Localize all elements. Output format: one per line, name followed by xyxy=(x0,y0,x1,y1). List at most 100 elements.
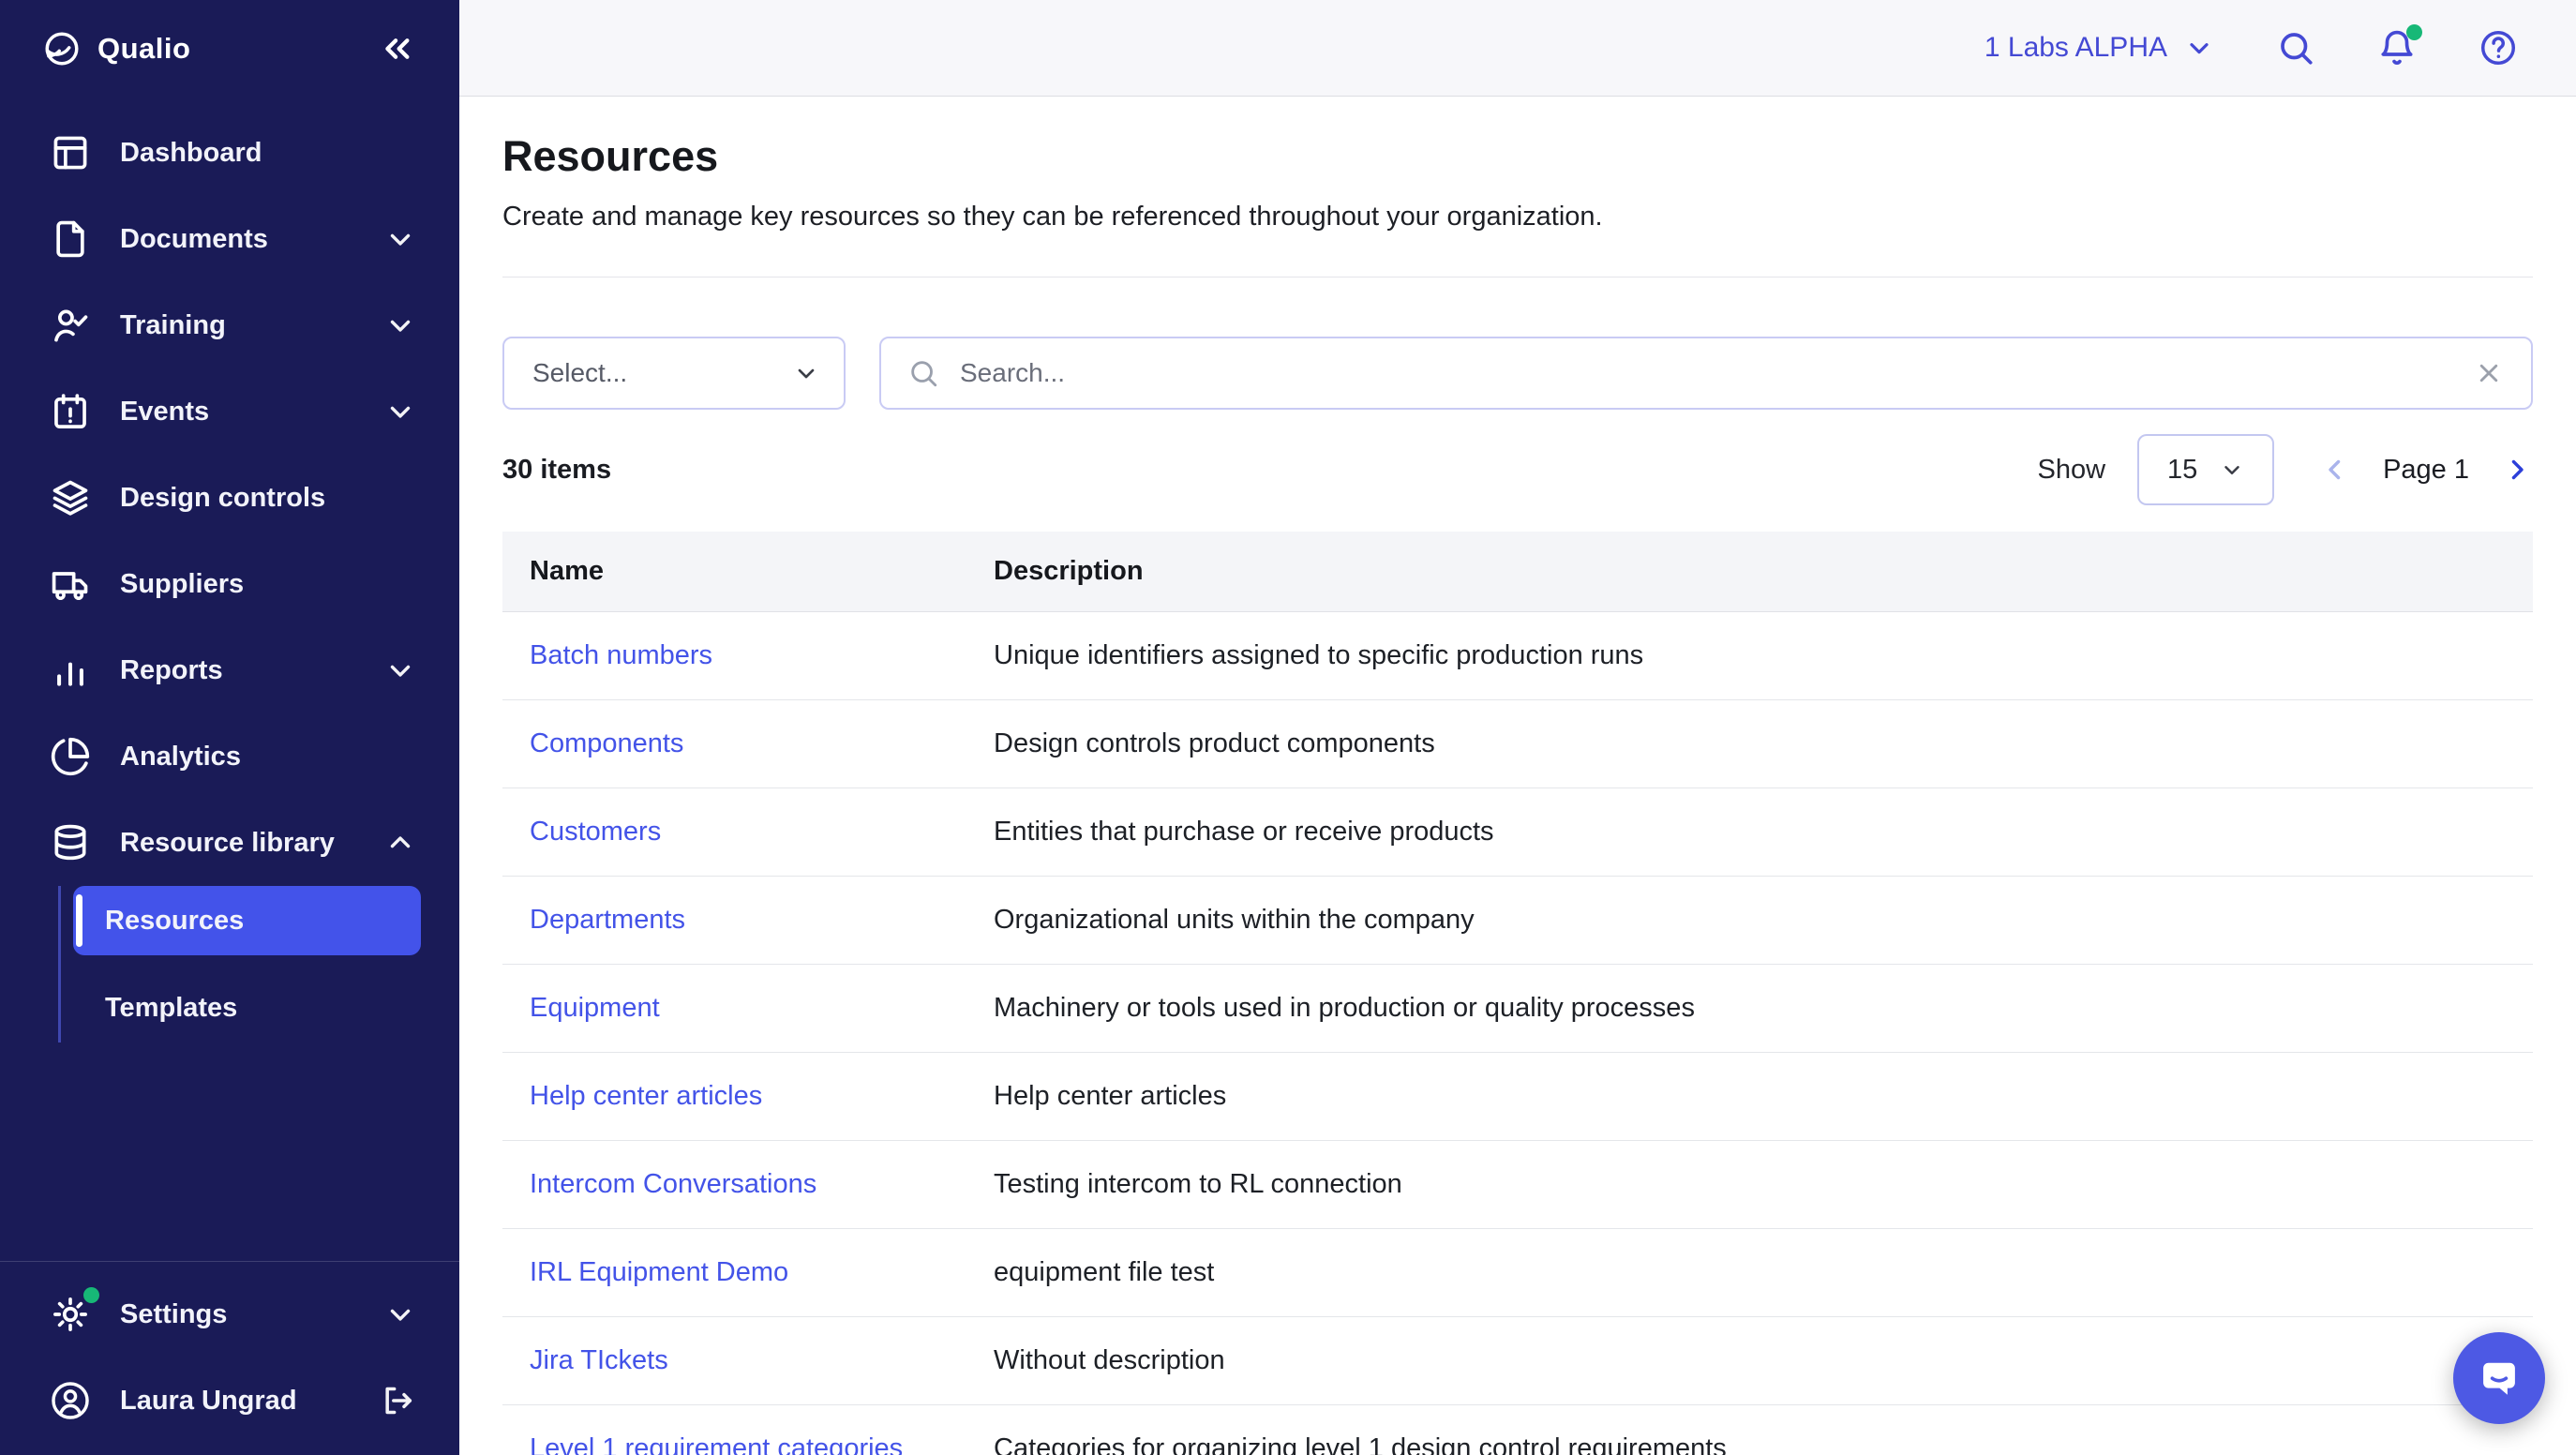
resource-description: Design controls product components xyxy=(966,728,2533,759)
settings-notification-dot xyxy=(83,1287,99,1303)
resource-link[interactable]: Equipment xyxy=(530,993,660,1023)
database-icon xyxy=(49,822,92,863)
sidebar-item-label: Documents xyxy=(120,224,356,255)
table-row: Level 1 requirement categories Categorie… xyxy=(502,1405,2533,1455)
resource-link[interactable]: Batch numbers xyxy=(530,640,712,670)
sidebar-item-user[interactable]: Laura Ungrad xyxy=(0,1358,459,1444)
chevron-down-icon xyxy=(384,396,416,428)
sidebar-item-events[interactable]: Events xyxy=(0,368,459,455)
help-icon[interactable] xyxy=(2479,28,2518,68)
table-row: Batch numbers Unique identifiers assigne… xyxy=(502,612,2533,700)
resource-link[interactable]: Intercom Conversations xyxy=(530,1169,816,1199)
pie-chart-icon xyxy=(49,736,92,777)
resource-link[interactable]: Departments xyxy=(530,905,685,935)
sidebar-item-reports[interactable]: Reports xyxy=(0,627,459,713)
sidebar-header: Qualio xyxy=(0,0,459,97)
search-input[interactable] xyxy=(960,358,2452,388)
resource-link[interactable]: Help center articles xyxy=(530,1081,762,1111)
items-count: 30 items xyxy=(502,455,611,486)
resource-link[interactable]: Jira TIckets xyxy=(530,1345,668,1375)
workspace-name: 1 Labs ALPHA xyxy=(1984,32,2167,64)
filter-row: Select... xyxy=(502,337,2533,410)
intercom-chat-launcher[interactable] xyxy=(2453,1332,2545,1424)
table-row: Customers Entities that purchase or rece… xyxy=(502,788,2533,877)
filter-select-placeholder: Select... xyxy=(532,358,627,388)
resource-link[interactable]: Components xyxy=(530,728,683,758)
table-row: Help center articles Help center article… xyxy=(502,1053,2533,1141)
sidebar-collapse-icon[interactable] xyxy=(377,29,416,68)
previous-page-icon[interactable] xyxy=(2319,454,2351,486)
resource-link[interactable]: IRL Equipment Demo xyxy=(530,1257,788,1287)
resource-description: Help center articles xyxy=(966,1081,2533,1112)
active-indicator-bar xyxy=(76,894,82,947)
table-row: Equipment Machinery or tools used in pro… xyxy=(502,965,2533,1053)
sidebar-item-design-controls[interactable]: Design controls xyxy=(0,455,459,541)
sidebar-item-documents[interactable]: Documents xyxy=(0,196,459,282)
page-size-select[interactable]: 15 xyxy=(2137,434,2274,505)
app-name: Qualio xyxy=(97,32,190,66)
filter-select[interactable]: Select... xyxy=(502,337,846,410)
page-content: Resources Create and manage key resource… xyxy=(459,97,2576,1455)
notifications-bell-icon[interactable] xyxy=(2377,28,2417,68)
page-indicator: Page 1 xyxy=(2383,455,2469,486)
document-icon xyxy=(49,218,92,260)
resource-description: equipment file test xyxy=(966,1257,2533,1288)
search-icon[interactable] xyxy=(2276,28,2315,68)
resource-description: Categories for organizing level 1 design… xyxy=(966,1433,2533,1455)
table-row: Intercom Conversations Testing intercom … xyxy=(502,1141,2533,1229)
sidebar-item-suppliers[interactable]: Suppliers xyxy=(0,541,459,627)
chevron-up-icon xyxy=(384,827,416,859)
resource-library-subnav: Resources Templates xyxy=(58,886,421,1042)
chevron-down-icon xyxy=(793,360,819,386)
resource-description: Unique identifiers assigned to specific … xyxy=(966,640,2533,671)
sidebar-subitem-templates[interactable]: Templates xyxy=(73,973,421,1042)
sidebar-item-training[interactable]: Training xyxy=(0,282,459,368)
clear-search-icon[interactable] xyxy=(2473,357,2505,389)
table-row: IRL Equipment Demo equipment file test xyxy=(502,1229,2533,1317)
table-header-row: Name Description xyxy=(502,532,2533,612)
table-row: Departments Organizational units within … xyxy=(502,877,2533,965)
workspace-switcher[interactable]: 1 Labs ALPHA xyxy=(1984,32,2214,64)
topbar: 1 Labs ALPHA xyxy=(459,0,2576,97)
chevron-down-icon xyxy=(384,309,416,341)
column-header-description: Description xyxy=(966,556,2533,587)
search-field xyxy=(879,337,2533,410)
sidebar-item-label: Reports xyxy=(120,655,356,686)
sidebar-nav: Dashboard Documents Training xyxy=(0,97,459,1261)
calendar-alert-icon xyxy=(49,391,92,432)
resource-description: Entities that purchase or receive produc… xyxy=(966,817,2533,848)
sidebar-subitem-resources[interactable]: Resources xyxy=(73,886,421,955)
next-page-icon[interactable] xyxy=(2501,454,2533,486)
resource-description: Testing intercom to RL connection xyxy=(966,1169,2533,1200)
notification-dot xyxy=(2406,24,2422,40)
resource-link[interactable]: Level 1 requirement categories xyxy=(530,1433,903,1455)
pagination: Show 15 Page 1 xyxy=(2038,434,2533,505)
chevron-down-icon xyxy=(2184,33,2214,63)
sidebar-item-label: Training xyxy=(120,310,356,341)
sidebar-item-analytics[interactable]: Analytics xyxy=(0,713,459,800)
search-icon xyxy=(907,357,939,389)
logout-icon[interactable] xyxy=(379,1382,416,1419)
bar-chart-icon xyxy=(49,650,92,691)
sidebar-subitem-label: Templates xyxy=(105,993,237,1024)
column-header-name: Name xyxy=(502,556,966,587)
sidebar-item-label: Events xyxy=(120,397,356,428)
sidebar: Qualio Dashboard Documents xyxy=(0,0,459,1455)
person-check-icon xyxy=(49,305,92,346)
user-name: Laura Ungrad xyxy=(120,1386,351,1417)
show-label: Show xyxy=(2038,455,2106,486)
resource-description: Without description xyxy=(966,1345,2533,1376)
qualio-logo: Qualio xyxy=(41,28,190,69)
main-area: 1 Labs ALPHA Resources Create and manage… xyxy=(459,0,2576,1455)
divider xyxy=(502,277,2533,278)
sidebar-item-dashboard[interactable]: Dashboard xyxy=(0,110,459,196)
resource-link[interactable]: Customers xyxy=(530,817,661,847)
sidebar-item-label: Analytics xyxy=(120,742,416,772)
sidebar-item-label: Dashboard xyxy=(120,138,416,169)
sidebar-item-resource-library[interactable]: Resource library xyxy=(0,800,459,886)
dashboard-icon xyxy=(49,132,92,173)
sidebar-item-label: Suppliers xyxy=(120,569,416,600)
sidebar-item-settings[interactable]: Settings xyxy=(0,1271,459,1358)
chevron-down-icon xyxy=(384,654,416,686)
avatar-icon xyxy=(49,1379,92,1422)
